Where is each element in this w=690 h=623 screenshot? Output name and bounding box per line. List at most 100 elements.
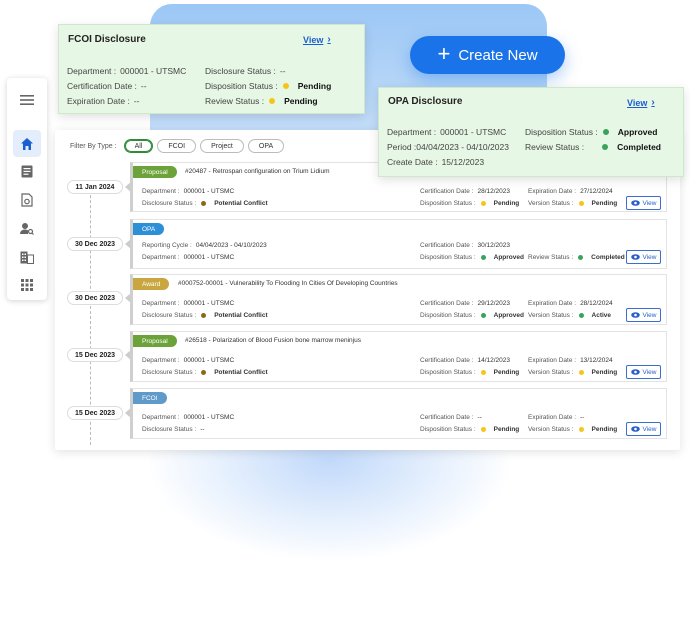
status-dot [578, 201, 584, 206]
fcoi-card-title: FCOI Disclosure [68, 34, 146, 45]
create-new-label: Create New [458, 46, 538, 64]
certification-date-value: -- [140, 81, 147, 91]
certification-date-value: 30/12/2023 [477, 242, 511, 249]
review-status-label: Review Status : [205, 96, 265, 106]
view-button[interactable]: View [626, 365, 661, 379]
fcoi-view-link[interactable]: View › [303, 34, 331, 45]
disclosure-status-value: -- [200, 426, 205, 433]
timeline-record-proposal: Proposal #26518 - Polarization of Blood … [130, 331, 667, 382]
certification-date-label: Certification Date : [420, 357, 474, 364]
disclosure-status-label: Disclosure Status : [142, 426, 197, 433]
create-date-value: 15/12/2023 [441, 157, 485, 167]
disclosure-status-label: Disclosure Status : [205, 66, 276, 76]
review-status-label: Review Status : [525, 142, 585, 152]
period-value: 04/04/2023 - 04/10/2023 [416, 142, 509, 152]
timeline-date: 15 Dec 2023 [67, 348, 123, 362]
certification-date-value: 28/12/2023 [477, 188, 511, 195]
version-status-value: Active [591, 312, 612, 319]
certification-date-value: -- [477, 414, 482, 421]
expiration-date-label: Expiration Date : [528, 188, 577, 195]
disposition-status-label: Disposition Status : [420, 312, 476, 319]
view-button[interactable]: View [626, 196, 661, 210]
menu-button[interactable] [13, 86, 41, 113]
timeline-record-opa: OPA Reporting Cycle :04/04/2023 - 04/10/… [130, 219, 667, 269]
filter-chip-all[interactable]: All [123, 139, 154, 153]
expiration-date-value: -- [580, 414, 585, 421]
version-status-value: Pending [591, 426, 618, 433]
filter-chip-opa[interactable]: OPA [247, 139, 285, 153]
expiration-date-value: 13/12/2024 [580, 357, 613, 364]
sidebar-item-apps[interactable] [13, 272, 41, 299]
timeline-date: 11 Jan 2024 [67, 180, 123, 194]
status-dot [602, 144, 609, 150]
sidebar-item-documents[interactable] [13, 158, 41, 185]
view-button[interactable]: View [626, 250, 661, 264]
record-title: #000752-00001 - Vulnerability To Floodin… [178, 280, 398, 287]
sidebar-item-file-settings[interactable] [13, 187, 41, 214]
timeline-date: 30 Dec 2023 [67, 291, 123, 305]
department-label: Department : [142, 300, 180, 307]
disposition-status-label: Disposition Status : [420, 254, 476, 261]
department-label: Department : [67, 66, 117, 76]
building-icon [20, 251, 34, 264]
review-status-label: Review Status : [528, 254, 574, 261]
department-value: 000001 - UTSMC [183, 414, 235, 421]
opa-view-link[interactable]: View › [627, 97, 655, 108]
eye-icon [630, 369, 640, 375]
view-button[interactable]: View [626, 308, 661, 322]
department-label: Department : [142, 188, 180, 195]
filter-chip-project[interactable]: Project [200, 139, 244, 153]
record-type-tag: Proposal [133, 166, 177, 178]
disposition-status-label: Disposition Status : [420, 426, 476, 433]
status-dot [480, 370, 486, 375]
certification-date-label: Certification Date : [420, 188, 474, 195]
version-status-label: Version Status : [528, 426, 574, 433]
sidebar-item-user-search[interactable] [13, 215, 41, 242]
expiration-date-label: Expiration Date : [528, 357, 577, 364]
disclosure-status-value: Potential Conflict [214, 200, 268, 207]
department-value: 000001 - UTSMC [183, 357, 235, 364]
review-status-value: Completed [591, 254, 625, 261]
record-title: #20487 - Retrospan configuration on Triu… [185, 168, 330, 175]
expiration-date-value: 27/12/2024 [580, 188, 613, 195]
status-dot [480, 255, 486, 260]
eye-icon [630, 254, 640, 260]
expiration-date-value: -- [133, 96, 140, 106]
disposition-status-value: Pending [297, 81, 332, 91]
disposition-status-value: Approved [493, 312, 524, 319]
disposition-status-value: Pending [493, 200, 520, 207]
apps-grid-icon [21, 279, 33, 292]
disposition-status-label: Disposition Status : [420, 369, 476, 376]
record-type-tag: OPA [133, 223, 165, 235]
review-status-value: Completed [617, 142, 661, 152]
sidebar-item-home[interactable] [13, 129, 41, 158]
certification-date-label: Certification Date : [420, 242, 474, 249]
certification-date-label: Certification Date : [420, 300, 474, 307]
chevron-right-icon: › [327, 34, 331, 45]
create-new-button[interactable]: + Create New [410, 36, 565, 74]
disclosure-status-value: -- [279, 66, 286, 76]
department-value: 000001 - UTSMC [120, 66, 187, 76]
timeline-date: 30 Dec 2023 [67, 237, 123, 251]
view-label: View [642, 199, 657, 207]
disposition-status-value: Approved [617, 127, 658, 137]
disclosure-history-panel: Filter By Type : All FCOI Project OPA 11… [55, 130, 680, 450]
filter-chip-fcoi[interactable]: FCOI [157, 139, 197, 153]
timeline-record-award: Award #000752-00001 - Vulnerability To F… [130, 274, 667, 325]
status-dot [282, 83, 289, 89]
view-label: View [642, 425, 657, 433]
version-status-value: Pending [591, 369, 618, 376]
user-search-icon [20, 223, 34, 236]
status-dot [480, 313, 486, 318]
record-title: #26518 - Polarization of Blood Fusion bo… [185, 337, 361, 344]
view-button[interactable]: View [626, 422, 661, 436]
department-value: 000001 - UTSMC [183, 188, 235, 195]
expiration-date-label: Expiration Date : [528, 414, 577, 421]
view-link-label: View [627, 97, 648, 108]
disclosure-status-label: Disclosure Status : [142, 369, 197, 376]
expiration-date-value: 28/12/2024 [580, 300, 613, 307]
sidebar-item-organization[interactable] [13, 243, 41, 270]
expiration-date-label: Expiration Date : [67, 96, 130, 106]
eye-icon [630, 312, 640, 318]
status-dot [201, 201, 207, 206]
